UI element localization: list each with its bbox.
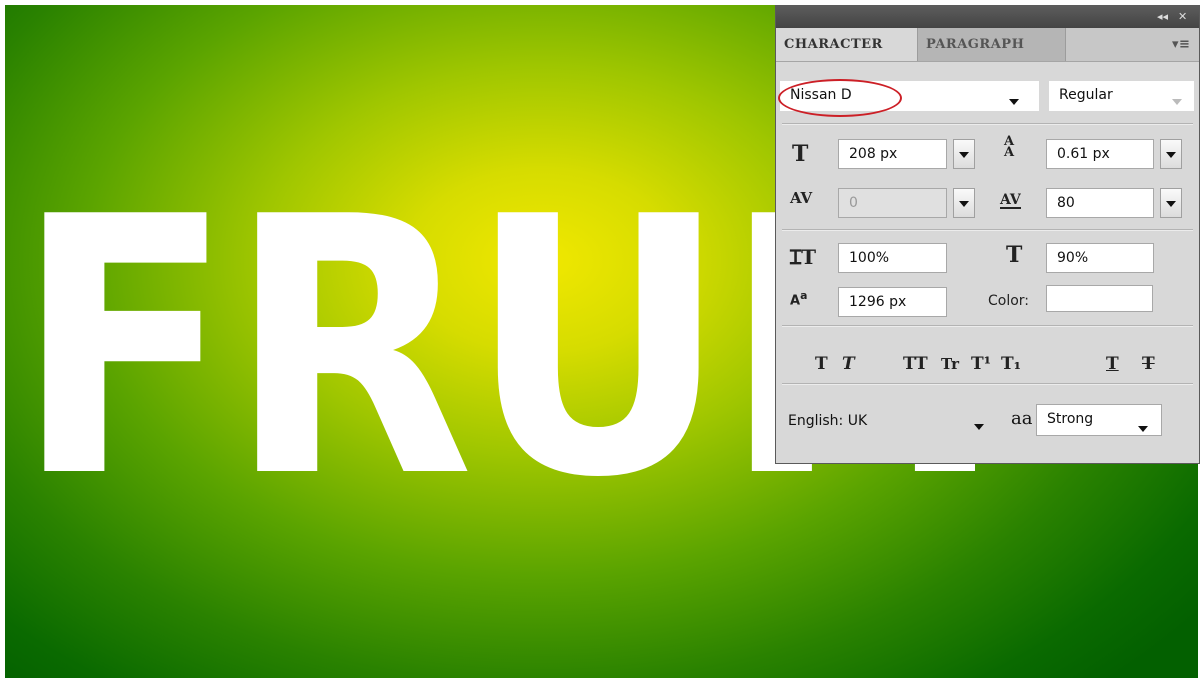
chevron-down-icon (1166, 152, 1176, 158)
language-dropdown-icon[interactable] (974, 424, 984, 430)
tracking-dropdown[interactable] (1160, 188, 1182, 218)
panel-tabs: CHARACTER PARAGRAPH ▾≡ (776, 28, 1199, 62)
font-size-dropdown[interactable] (953, 139, 975, 169)
color-swatch[interactable] (1046, 285, 1153, 312)
character-panel: ◂◂ ✕ CHARACTER PARAGRAPH ▾≡ Nissan D Reg… (775, 5, 1200, 464)
font-size-field[interactable]: 208 px (838, 139, 947, 169)
kerning-field[interactable]: 0 (838, 188, 947, 218)
leading-field[interactable]: 0.61 px (1046, 139, 1154, 169)
faux-bold-button[interactable]: T (815, 354, 828, 374)
horizontal-scale-field[interactable]: 90% (1046, 243, 1154, 273)
leading-icon: AA (1004, 134, 1015, 160)
tab-character[interactable]: CHARACTER (776, 28, 918, 61)
vertical-scale-field[interactable]: 100% (838, 243, 947, 273)
vertical-scale-icon: ꞮT (790, 245, 817, 269)
font-size-icon: T (792, 141, 809, 167)
faux-italic-button[interactable]: T (842, 354, 855, 374)
divider (782, 229, 1193, 231)
font-style-select[interactable]: Regular (1049, 81, 1194, 111)
antialias-value: Strong (1047, 411, 1094, 427)
antialias-icon: aa (1011, 408, 1033, 429)
baseline-shift-field[interactable]: 1296 px (838, 287, 947, 317)
divider (782, 383, 1193, 385)
small-caps-button[interactable]: Tr (941, 354, 959, 374)
font-family-dropdown-icon[interactable] (1009, 99, 1019, 105)
kerning-dropdown[interactable] (953, 188, 975, 218)
all-caps-button[interactable]: TT (903, 354, 928, 374)
subscript-button[interactable]: T₁ (1001, 354, 1021, 374)
divider (782, 123, 1193, 125)
underline-button[interactable]: T (1106, 354, 1119, 374)
font-style-dropdown-icon[interactable] (1172, 99, 1182, 105)
divider (782, 325, 1193, 327)
font-family-highlight-ellipse (778, 79, 902, 117)
tracking-field[interactable]: 80 (1046, 188, 1154, 218)
tab-paragraph[interactable]: PARAGRAPH (918, 28, 1066, 61)
collapse-icon[interactable]: ◂◂ (1157, 10, 1168, 23)
horizontal-scale-icon: T (1006, 242, 1023, 268)
panel-titlebar[interactable]: ◂◂ ✕ (776, 6, 1199, 28)
leading-dropdown[interactable] (1160, 139, 1182, 169)
baseline-shift-icon: Aa (790, 289, 808, 309)
antialias-dropdown-icon[interactable] (1138, 426, 1148, 432)
chevron-down-icon (959, 152, 969, 158)
language-select[interactable]: English: UK (788, 406, 867, 436)
tracking-icon: AV (1000, 192, 1021, 209)
chevron-down-icon (1166, 201, 1176, 207)
font-style-value: Regular (1059, 87, 1113, 103)
color-label: Color: (988, 293, 1030, 309)
kerning-icon: AV (790, 189, 813, 207)
close-icon[interactable]: ✕ (1178, 10, 1187, 23)
chevron-down-icon (959, 201, 969, 207)
panel-menu-icon[interactable]: ▾≡ (1172, 28, 1198, 61)
strikethrough-button[interactable]: T (1142, 354, 1155, 374)
superscript-button[interactable]: T¹ (971, 354, 991, 374)
